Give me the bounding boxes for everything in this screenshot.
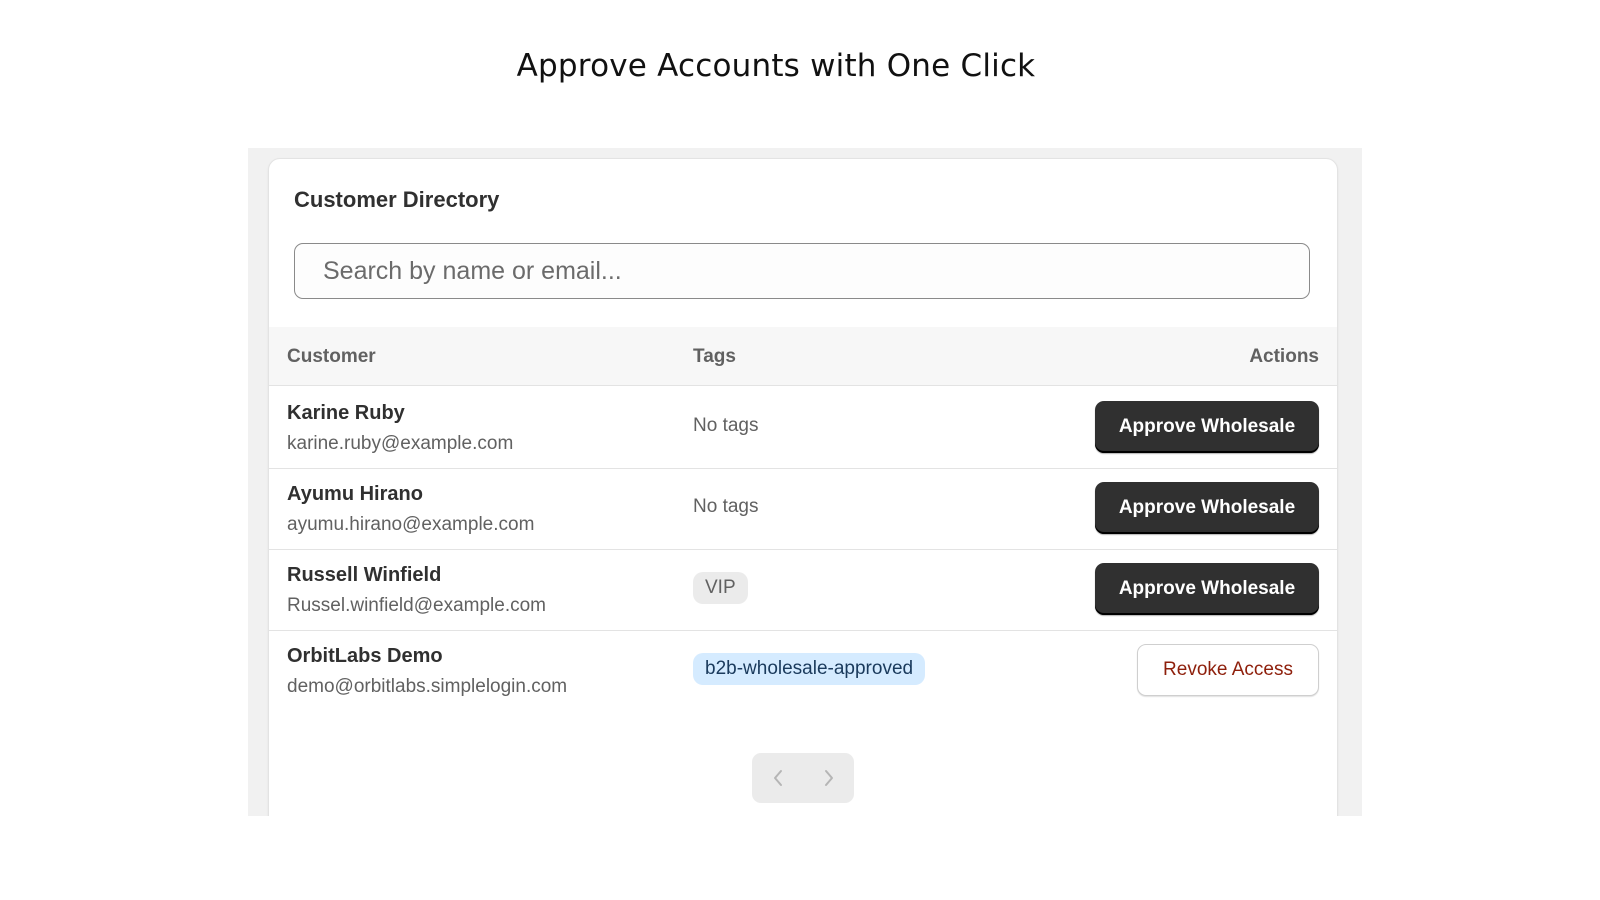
tag-badge-vip: VIP	[693, 572, 748, 604]
customer-name: Ayumu Hirano	[287, 483, 423, 505]
customer-email: Russel.winfield@example.com	[287, 595, 546, 616]
revoke-access-button[interactable]: Revoke Access	[1137, 644, 1319, 696]
approve-wholesale-button[interactable]: Approve Wholesale	[1095, 563, 1319, 615]
chevron-right-icon	[824, 770, 833, 786]
screenshot-frame: Customer Directory Customer Tags Actions…	[248, 148, 1362, 816]
approve-wholesale-button[interactable]: Approve Wholesale	[1095, 482, 1319, 534]
chevron-left-icon	[773, 770, 782, 786]
no-tags-label: No tags	[693, 496, 759, 517]
customer-email: ayumu.hirano@example.com	[287, 514, 535, 535]
column-header-actions: Actions	[1249, 346, 1319, 367]
table-row: Russell Winfield Russel.winfield@example…	[269, 548, 1337, 631]
column-header-customer: Customer	[287, 346, 376, 367]
table-row: Ayumu Hirano ayumu.hirano@example.com No…	[269, 467, 1337, 550]
tag-badge-wholesale-approved: b2b-wholesale-approved	[693, 653, 926, 685]
column-header-tags: Tags	[693, 346, 736, 367]
search-input[interactable]	[294, 243, 1310, 299]
page-headline: Approve Accounts with One Click	[0, 48, 1600, 84]
page-headline-text: Approve Accounts with One Click	[516, 48, 1036, 84]
pagination	[752, 753, 854, 803]
customer-email: demo@orbitlabs.simplelogin.com	[287, 676, 568, 697]
table-header: Customer Tags Actions	[269, 327, 1337, 386]
table-row: OrbitLabs Demo demo@orbitlabs.simplelogi…	[269, 629, 1337, 711]
customer-directory-card: Customer Directory Customer Tags Actions…	[268, 158, 1338, 816]
no-tags-label: No tags	[693, 415, 759, 436]
customer-name: Karine Ruby	[287, 402, 405, 424]
customer-name: Russell Winfield	[287, 564, 442, 586]
table-row: Karine Ruby karine.ruby@example.com No t…	[269, 386, 1337, 469]
approve-wholesale-button[interactable]: Approve Wholesale	[1095, 401, 1319, 453]
card-title: Customer Directory	[294, 187, 500, 212]
customer-email: karine.ruby@example.com	[287, 433, 514, 454]
next-page-button[interactable]	[803, 753, 854, 803]
customer-name: OrbitLabs Demo	[287, 645, 443, 667]
previous-page-button[interactable]	[752, 753, 803, 803]
